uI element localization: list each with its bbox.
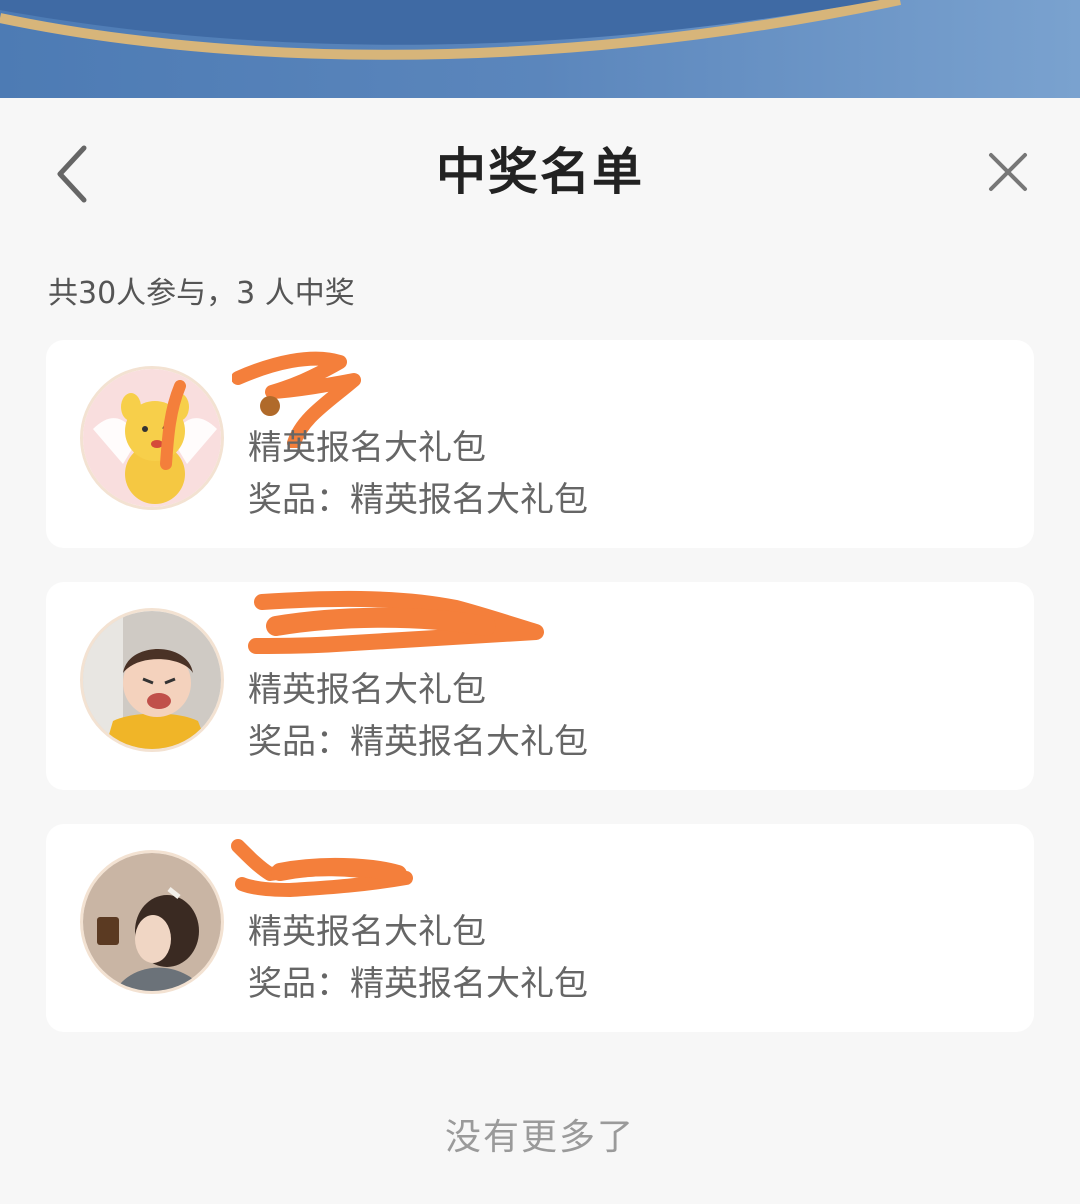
avatar — [80, 608, 224, 752]
avatar — [80, 366, 224, 510]
close-icon — [989, 153, 1027, 191]
prize-label: 奖品：精英报名大礼包 — [248, 722, 588, 762]
winner-card[interactable]: 精英报名大礼包 奖品：精英报名大礼包 — [46, 824, 1034, 1032]
banner-curve-decoration — [0, 0, 902, 60]
prize-package: 精英报名大礼包 — [248, 670, 486, 710]
prize-label: 奖品：精英报名大礼包 — [248, 964, 588, 1004]
prize-label: 奖品：精英报名大礼包 — [248, 480, 588, 520]
participation-summary: 共30人参与，3 人中奖 — [48, 276, 355, 311]
prize-package: 精英报名大礼包 — [248, 428, 486, 468]
winner-list-sheet: 中奖名单 共30人参与，3 人中奖 精英报名大礼包 奖品：精英报名大礼包 精英报… — [0, 98, 1080, 1204]
avatar — [80, 850, 224, 994]
top-banner — [0, 0, 1080, 98]
close-button[interactable] — [978, 142, 1038, 202]
winner-card[interactable]: 精英报名大礼包 奖品：精英报名大礼包 — [46, 582, 1034, 790]
page-title: 中奖名单 — [436, 143, 644, 201]
prize-package: 精英报名大礼包 — [248, 912, 486, 952]
redaction-mark — [248, 590, 544, 654]
redaction-mark — [231, 839, 413, 897]
no-more-text: 没有更多了 — [444, 1117, 635, 1158]
winner-card[interactable]: 精英报名大礼包 奖品：精英报名大礼包 — [46, 340, 1034, 548]
